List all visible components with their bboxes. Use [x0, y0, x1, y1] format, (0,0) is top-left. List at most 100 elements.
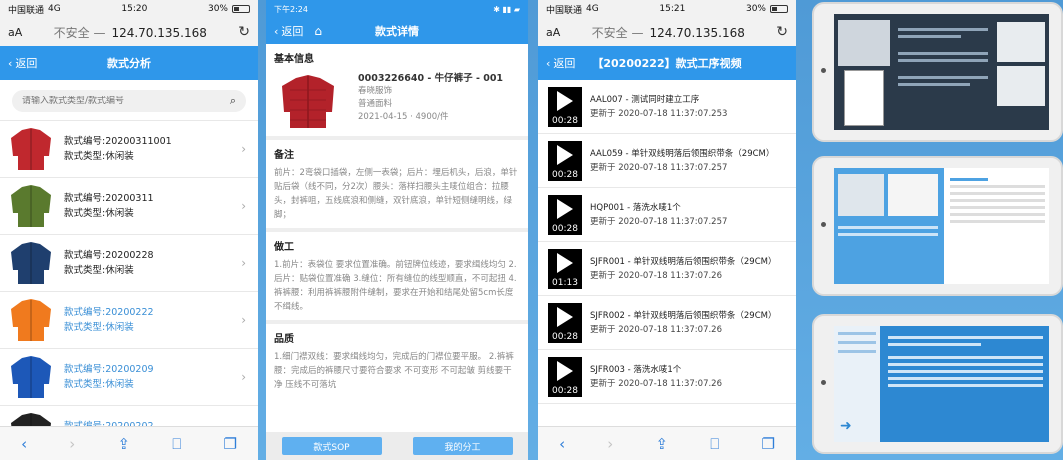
- play-icon: [557, 306, 573, 327]
- stage: 中国联通 4G 15:20 30% aA 不安全 —124.70.135.168 …: [0, 0, 1063, 460]
- address-bar[interactable]: aA 不安全 —124.70.135.168 ↻: [538, 18, 796, 46]
- text-block: [898, 24, 988, 90]
- video-thumbnail[interactable]: 00:28: [548, 140, 582, 181]
- battery-percent: 30%: [207, 4, 228, 14]
- video-thumbnail[interactable]: 01:13: [548, 248, 582, 289]
- my-assignment-button[interactable]: 我的分工: [412, 437, 513, 455]
- video-list-item[interactable]: 01:13 SJFR001 - 单针双线明落后领围织带条（29CM） 更新于 202…: [538, 242, 796, 296]
- search-input[interactable]: [22, 96, 202, 106]
- style-item-text: 款式编号:20200209 款式类型:休闲装: [64, 362, 154, 392]
- style-type: 款式类型:休闲装: [64, 151, 134, 162]
- carrier: 中国联通: [8, 5, 45, 16]
- chevron-left-icon: ‹: [546, 56, 551, 70]
- forward-arrow-icon[interactable]: ›: [607, 435, 613, 453]
- style-code: 款式编号:20200311: [64, 193, 154, 204]
- style-sop-button[interactable]: 款式SOP: [281, 437, 382, 455]
- back-button[interactable]: ‹ 返回: [546, 55, 575, 71]
- tabs-icon[interactable]: ❐: [223, 435, 236, 453]
- tablet-preview-2: [812, 156, 1063, 296]
- status-bar: 下午2:24 ✱ ▮▮ ▰: [266, 0, 528, 18]
- nav-bar: ‹ 返回 ⌂ 款式详情: [266, 18, 528, 44]
- camera-dot: [821, 222, 826, 227]
- style-detail-screen: 下午2:24 ✱ ▮▮ ▰ ‹ 返回 ⌂ 款式详情 基本信息 0003226640 …: [266, 0, 528, 460]
- back-arrow-icon[interactable]: ‹: [559, 435, 565, 453]
- right-pane: [950, 174, 1045, 227]
- photo-thumbnail: [997, 66, 1045, 106]
- video-duration: 00:28: [548, 385, 582, 396]
- style-list-item[interactable]: 款式编号:20200222 款式类型:休闲装 ›: [0, 292, 258, 349]
- network: 4G: [48, 4, 61, 14]
- safari-toolbar: ‹ › ⇪ ⎕ ❐: [538, 426, 796, 460]
- side-menu: ➜: [834, 326, 880, 442]
- section-basic-title: 基本信息: [274, 54, 314, 65]
- chevron-right-icon: ›: [241, 256, 246, 270]
- video-thumbnail[interactable]: 00:28: [548, 194, 582, 235]
- network: 4G: [586, 4, 599, 14]
- style-analysis-screen: 中国联通 4G 15:20 30% aA 不安全 —124.70.135.168 …: [0, 0, 258, 460]
- style-list-item[interactable]: 款式编号:20200311 款式类型:休闲装 ›: [0, 178, 258, 235]
- style-item-text: 款式编号:20200311001 款式类型:休闲装: [64, 134, 172, 164]
- reload-icon[interactable]: ↻: [238, 24, 250, 40]
- forward-arrow-icon[interactable]: ›: [69, 435, 75, 453]
- status-bar: 中国联通 4G 15:21 30%: [538, 0, 796, 18]
- battery-percent: 30%: [745, 4, 766, 14]
- video-duration: 00:28: [548, 331, 582, 342]
- video-thumbnail[interactable]: 00:28: [548, 86, 582, 127]
- video-updated: 更新于 2020-07-18 11:37:07.26: [590, 324, 722, 335]
- video-list-item[interactable]: 00:28 SJFR002 - 单针双线明落后领围织带条（29CM） 更新于 202…: [538, 296, 796, 350]
- video-text: SJFR001 - 单针双线明落后领围织带条（29CM） 更新于 2020-07-…: [590, 255, 776, 283]
- tabs-icon[interactable]: ❐: [761, 435, 774, 453]
- video-list-item[interactable]: 00:28 SJFR003 - 落洗水唛1个 更新于 2020-07-18 11:3…: [538, 350, 796, 404]
- style-list-item[interactable]: 款式编号:20200311001 款式类型:休闲装 ›: [0, 121, 258, 178]
- photo-thumbnail: [997, 22, 1045, 62]
- tablet-preview-3: ➜: [812, 314, 1063, 454]
- video-thumbnail[interactable]: 00:28: [548, 356, 582, 397]
- share-icon[interactable]: ⇪: [117, 435, 130, 453]
- style-list-item[interactable]: 款式编号:20200228 款式类型:休闲装 ›: [0, 235, 258, 292]
- video-text: SJFR002 - 单针双线明落后领围织带条（29CM） 更新于 2020-07-…: [590, 309, 776, 337]
- play-icon: [557, 90, 573, 111]
- video-duration: 00:28: [548, 169, 582, 180]
- section-quality-title: 品质: [274, 334, 294, 345]
- status-icons: ✱ ▮▮ ▰: [493, 4, 520, 14]
- style-list-item[interactable]: 款式编号:20200209 款式类型:休闲装 ›: [0, 349, 258, 406]
- address-bar[interactable]: aA 不安全 —124.70.135.168 ↻: [0, 18, 258, 46]
- video-updated: 更新于 2020-07-18 11:37:07.253: [590, 108, 728, 119]
- carrier: 中国联通: [546, 5, 583, 16]
- style-type: 款式类型:休闲装: [64, 208, 134, 219]
- style-item-text: 款式编号:20200222 款式类型:休闲装: [64, 305, 154, 335]
- reader-aa-button[interactable]: aA: [546, 26, 560, 39]
- video-list-item[interactable]: 00:28 AAL007 - 测试同时建立工序 更新于 2020-07-18 11:…: [538, 80, 796, 134]
- play-icon: [557, 360, 573, 381]
- content-pane: [888, 332, 1043, 391]
- home-icon[interactable]: ⌂: [314, 24, 322, 38]
- video-thumbnail[interactable]: 00:28: [548, 302, 582, 343]
- video-title: HQP001 - 落洗水唛1个: [590, 202, 681, 213]
- video-list-item[interactable]: 00:28 AAL059 - 单针双线明落后领围织带条（29CM） 更新于 2020…: [538, 134, 796, 188]
- garment-thumbnail: [11, 356, 51, 398]
- video-list-item[interactable]: 00:28 HQP001 - 落洗水唛1个 更新于 2020-07-18 11:37…: [538, 188, 796, 242]
- clock: 下午2:24: [274, 4, 308, 14]
- style-list: 款式编号:20200311001 款式类型:休闲装 › 款式编号:20200311 款式…: [0, 120, 258, 460]
- style-item-text: 款式编号:20200228 款式类型:休闲装: [64, 248, 154, 278]
- chevron-right-icon: ›: [241, 313, 246, 327]
- video-list: 00:28 AAL007 - 测试同时建立工序 更新于 2020-07-18 11:…: [538, 80, 796, 404]
- back-button[interactable]: ‹ 返回 ⌂: [274, 23, 322, 39]
- back-button[interactable]: ‹ 返回: [8, 55, 37, 71]
- search-icon[interactable]: ⌕: [230, 94, 236, 108]
- style-code: 款式编号:20200228: [64, 250, 154, 261]
- camera-dot: [821, 380, 826, 385]
- bookmarks-icon[interactable]: ⎕: [172, 435, 181, 453]
- chevron-right-icon: ›: [241, 142, 246, 156]
- reload-icon[interactable]: ↻: [776, 24, 788, 40]
- back-arrow-icon[interactable]: ‹: [21, 435, 27, 453]
- search-box[interactable]: ⌕: [12, 90, 246, 112]
- style-code: 款式编号:20200311001: [64, 136, 172, 147]
- bookmarks-icon[interactable]: ⎕: [710, 435, 719, 453]
- garment-thumbnail: [11, 242, 51, 284]
- url-text: 不安全 —124.70.135.168: [591, 25, 745, 40]
- battery-icon: [769, 5, 788, 13]
- reader-aa-button[interactable]: aA: [8, 26, 22, 39]
- share-icon[interactable]: ⇪: [655, 435, 668, 453]
- product-card: 0003226640 - 牛仔裤子 - 001 春晓服饰 普通面料 2021-0…: [266, 68, 528, 136]
